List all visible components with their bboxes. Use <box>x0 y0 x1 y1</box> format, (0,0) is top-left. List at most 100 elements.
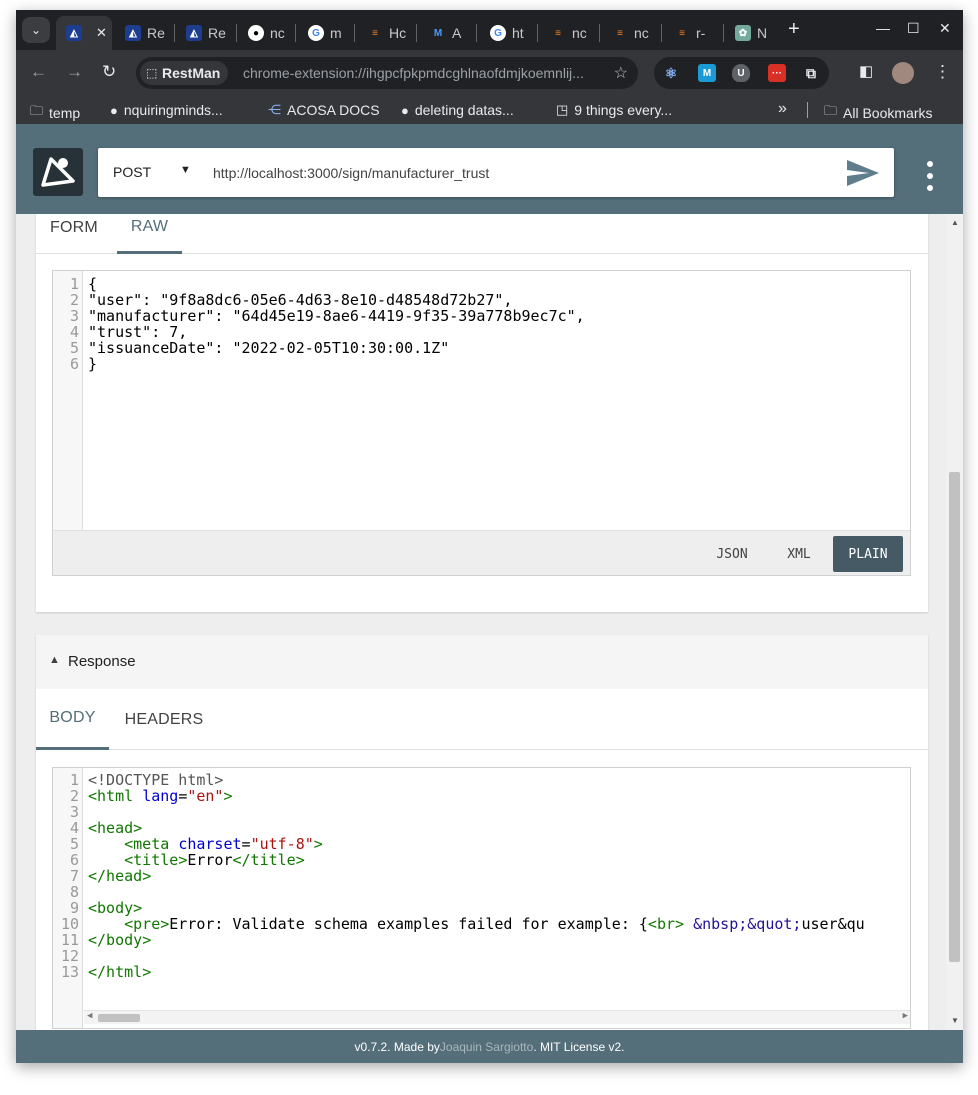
code-line: <body> <box>88 899 143 917</box>
tab-stackoverflow-2[interactable]: ≡ nc <box>540 16 596 50</box>
new-tab-button[interactable]: + <box>788 18 800 41</box>
tab-label: ht <box>512 25 524 41</box>
bookmark-label: ACOSA DOCS <box>287 102 380 118</box>
tab-stackoverflow-1[interactable]: ≡ Hc <box>357 16 413 50</box>
star-icon[interactable]: ☆ <box>614 63 628 83</box>
tab-stackoverflow-4[interactable]: ≡ r- <box>664 16 720 50</box>
line-number: 4 <box>69 323 79 341</box>
chevron-up-icon[interactable]: ▲ <box>49 654 60 666</box>
tab-body[interactable]: BODY <box>36 689 109 750</box>
horizontal-scrollbar[interactable]: ◀ ▶ <box>84 1010 910 1024</box>
tab-label: r- <box>696 25 706 41</box>
send-icon[interactable] <box>846 158 880 188</box>
browser-menu-icon[interactable]: ⋮ <box>934 62 951 82</box>
bracket-icon: ◳ <box>556 102 569 117</box>
bookmark-temp[interactable]: 🗀 temp <box>30 102 80 124</box>
line-number: 4 <box>69 819 79 837</box>
stackoverflow-icon: ≡ <box>617 27 623 39</box>
tab-restman-2[interactable]: ◭ Re <box>115 16 170 50</box>
address-bar[interactable]: ⬚ RestMan chrome-extension://ihgpcfpkpmd… <box>136 57 638 89</box>
code-line: </body> <box>88 931 152 949</box>
bookmark-9-things[interactable]: ◳ 9 things every... <box>556 102 672 118</box>
site-chip[interactable]: ⬚ RestMan <box>140 61 229 85</box>
response-title: Response <box>68 653 136 670</box>
tab-separator <box>476 24 477 42</box>
response-body-editor[interactable]: 1 2 3 4 5 6 7 8 9 10 11 12 13 <!DOCTYPE … <box>52 767 911 1029</box>
tab-restman-3[interactable]: ◭ Re <box>176 16 233 50</box>
minimize-icon[interactable]: — <box>876 20 890 36</box>
code-line: "user": "9f8a8dc6-05e6-4d63-8e10-d48548d… <box>88 291 513 309</box>
chevron-down-icon[interactable]: ▼ <box>180 164 191 176</box>
bookmark-nquiringminds[interactable]: ● nquiringminds... <box>110 102 223 118</box>
back-arrow-icon[interactable]: ← <box>30 62 47 82</box>
tab-strip: ⌄ ◭ ✕ ◭ Re ◭ Re ● nc G m ≡ Hc M A G ht ≡… <box>16 10 963 50</box>
line-number: 5 <box>69 835 79 853</box>
reload-icon[interactable]: ↻ <box>102 62 116 82</box>
scroll-up-icon[interactable]: ▲ <box>951 218 959 227</box>
format-json-button[interactable]: JSON <box>700 536 764 572</box>
scroll-right-icon[interactable]: ▶ <box>903 1011 908 1021</box>
line-number: 1 <box>69 275 79 293</box>
tab-raw[interactable]: RAW <box>117 214 182 254</box>
react-devtools-icon[interactable]: ⚛ <box>662 64 680 82</box>
tab-google-2[interactable]: G ht <box>480 16 532 50</box>
tab-separator <box>236 24 237 42</box>
extensions-group: ⚛ M U ··· ⧉ <box>654 57 829 89</box>
footer: v0.7.2. Made by Joaquin Sargiotto . MIT … <box>16 1030 963 1063</box>
page-scrollbar-thumb[interactable] <box>949 472 960 962</box>
scroll-left-icon[interactable]: ◀ <box>87 1011 92 1021</box>
tab-github[interactable]: ● nc <box>238 16 290 50</box>
window-close-icon[interactable]: ✕ <box>939 20 951 37</box>
code-line: <meta charset="utf-8"> <box>124 835 323 853</box>
app-menu-icon[interactable] <box>919 161 941 191</box>
bookmark-deleting-datas[interactable]: ● deleting datas... <box>401 102 514 118</box>
ublock-icon[interactable]: U <box>732 64 750 82</box>
code-line: <title>Error</title> <box>124 851 305 869</box>
tab-atlassian[interactable]: M A <box>420 16 472 50</box>
side-panel-icon[interactable]: ◧ <box>859 62 873 80</box>
bookmark-label: temp <box>49 105 81 121</box>
bookmarks-bar: 🗀 temp ● nquiringminds... ⋲ ACOSA DOCS ●… <box>16 96 963 124</box>
close-icon[interactable]: ✕ <box>96 25 107 41</box>
puzzle-icon[interactable]: ⧉ <box>802 64 820 82</box>
forward-arrow-icon[interactable]: → <box>66 62 83 82</box>
dots-extension-icon[interactable]: ··· <box>768 64 786 82</box>
avatar[interactable] <box>892 62 914 84</box>
response-header[interactable]: ▲ Response <box>36 635 928 689</box>
response-card: ▲ Response BODY HEADERS 1 2 3 4 5 6 7 8 … <box>36 635 928 1030</box>
tab-search-button[interactable]: ⌄ <box>22 17 50 43</box>
code-line: </html> <box>88 963 152 981</box>
scrollbar-thumb[interactable] <box>98 1014 140 1022</box>
request-body-editor[interactable]: 1 2 3 4 5 6 { "user": "9f8a8dc6-05e6-4d6… <box>52 270 911 576</box>
format-xml-button[interactable]: XML <box>769 536 829 572</box>
maximize-icon[interactable]: ☐ <box>907 20 920 37</box>
share-icon: ⋲ <box>268 102 281 117</box>
tab-headers[interactable]: HEADERS <box>116 689 212 750</box>
address-url[interactable]: chrome-extension://ihgpcfpkpmdcghlnaofdm… <box>243 65 603 81</box>
tab-label: N <box>757 25 768 41</box>
tab-form[interactable]: FORM <box>36 214 112 254</box>
tab-google-1[interactable]: G m <box>298 16 350 50</box>
tab-openai[interactable]: ✿ N <box>725 16 777 50</box>
footer-author-link[interactable]: Joaquin Sargiotto <box>440 1040 533 1054</box>
site-chip-label: RestMan <box>162 65 221 81</box>
more-bookmarks-button[interactable]: » <box>778 100 787 118</box>
main-content: FORM RAW 1 2 3 4 5 6 { "user": "9f8a8dc6… <box>16 214 963 1030</box>
page-scrollbar[interactable]: ▲ ▼ <box>946 214 963 1030</box>
method-select[interactable]: POST <box>113 164 151 180</box>
request-url-input[interactable]: http://localhost:3000/sign/manufacturer_… <box>213 165 489 181</box>
tab-stackoverflow-3[interactable]: ≡ nc <box>602 16 658 50</box>
format-plain-button[interactable]: PLAIN <box>833 536 903 572</box>
scroll-down-icon[interactable]: ▼ <box>951 1016 959 1025</box>
code-line: } <box>88 355 98 373</box>
tab-separator <box>723 24 724 42</box>
m-extension-icon[interactable]: M <box>698 64 716 82</box>
bookmark-acosa-docs[interactable]: ⋲ ACOSA DOCS <box>268 102 380 118</box>
tab-separator <box>599 24 600 42</box>
all-bookmarks[interactable]: 🗀 All Bookmarks <box>824 102 932 124</box>
line-number: 2 <box>69 787 79 805</box>
restman-icon: ◭ <box>186 25 202 41</box>
line-number: 6 <box>69 851 79 869</box>
stackoverflow-icon: ≡ <box>679 27 685 39</box>
tab-restman-active[interactable]: ◭ ✕ <box>56 16 112 50</box>
